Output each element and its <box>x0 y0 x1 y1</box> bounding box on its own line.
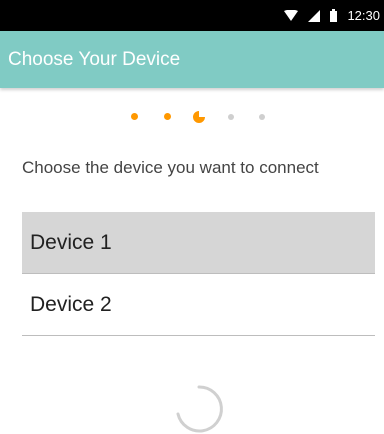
wifi-icon <box>284 10 299 21</box>
device-list: Device 1 Device 2 <box>22 212 375 336</box>
device-item-label: Device 2 <box>30 293 112 316</box>
signal-icon <box>308 9 321 22</box>
device-setup-screen: 12:30 Choose Your Device Choose the devi… <box>0 0 384 434</box>
status-icons: 12:30 <box>284 0 380 31</box>
page-title: Choose Your Device <box>8 49 181 70</box>
step-dot-2 <box>164 113 171 120</box>
battery-icon <box>330 9 338 22</box>
status-bar: 12:30 <box>0 0 384 31</box>
status-time: 12:30 <box>347 8 380 23</box>
instruction-text: Choose the device you want to connect <box>22 158 319 177</box>
step-dot-3-current <box>193 110 205 123</box>
device-item-2[interactable]: Device 2 <box>22 274 375 336</box>
device-item-label: Device 1 <box>30 231 112 254</box>
step-dot-5 <box>259 114 265 120</box>
step-dot-1 <box>131 113 138 120</box>
step-indicator <box>0 107 384 127</box>
loading-spinner-icon <box>174 384 224 434</box>
step-dot-4 <box>228 114 234 120</box>
app-bar: Choose Your Device <box>0 31 384 88</box>
device-item-1[interactable]: Device 1 <box>22 212 375 274</box>
